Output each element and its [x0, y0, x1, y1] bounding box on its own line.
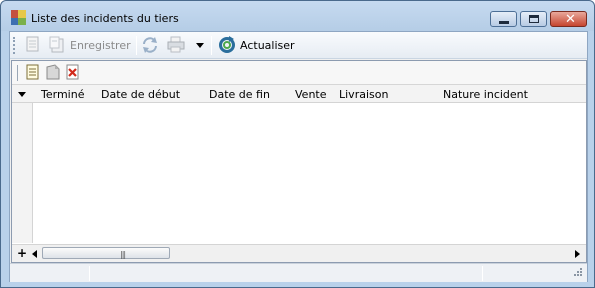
grip-icon: ||| [120, 250, 126, 259]
column-header-date-fin[interactable]: Date de fin [209, 88, 270, 101]
client-area: Enregistrer Actualiser Terminé Date de d… [9, 31, 588, 282]
column-header-livraison[interactable]: Livraison [339, 88, 388, 101]
incidents-grid: Terminé Date de début Date de fin Vente … [11, 60, 587, 263]
minimize-icon [499, 21, 509, 24]
print-dropdown[interactable] [194, 35, 206, 56]
maximize-icon [529, 15, 539, 23]
document-icon [26, 36, 39, 52]
resize-grip-icon[interactable] [571, 268, 583, 280]
chevron-down-icon [196, 43, 204, 48]
scroll-left-icon[interactable] [32, 250, 37, 258]
grid-toolbar-grip[interactable] [17, 65, 18, 81]
sync-button[interactable] [140, 35, 160, 56]
save-icon [49, 36, 64, 53]
main-toolbar: Enregistrer Actualiser [10, 32, 587, 59]
title-bar[interactable]: Liste des incidents du tiers ✕ [1, 1, 594, 31]
column-header-date-debut[interactable]: Date de début [101, 88, 180, 101]
horizontal-scrollbar-thumb[interactable]: ||| [42, 247, 170, 259]
toolbar-separator [211, 36, 212, 55]
add-row-button[interactable]: + [17, 246, 27, 260]
edit-incident-button[interactable] [44, 64, 62, 82]
new-button[interactable] [23, 35, 43, 56]
minimize-button[interactable] [490, 11, 517, 27]
toolbar-separator [136, 36, 137, 55]
add-incident-button[interactable] [24, 64, 42, 82]
save-button[interactable]: Enregistrer [48, 35, 132, 56]
status-divider [482, 266, 483, 281]
sync-icon [143, 37, 157, 53]
window: Liste des incidents du tiers ✕ Enregistr… [0, 0, 595, 288]
toolbar-grip[interactable] [13, 37, 15, 54]
grid-footer: + ||| [12, 244, 586, 262]
status-divider [89, 266, 90, 281]
scroll-right-icon[interactable] [575, 250, 580, 258]
delete-incident-button[interactable] [64, 64, 82, 82]
close-button[interactable]: ✕ [550, 11, 587, 27]
printer-icon [167, 36, 185, 53]
app-icon [11, 10, 26, 25]
save-label: Enregistrer [70, 39, 131, 52]
new-document-icon [26, 64, 39, 80]
refresh-button[interactable]: Actualiser [216, 35, 296, 56]
row-header-column [12, 103, 33, 243]
window-title: Liste des incidents du tiers [31, 12, 179, 25]
print-button[interactable] [165, 35, 187, 56]
grid-toolbar [12, 61, 586, 85]
column-header-nature-incident[interactable]: Nature incident [443, 88, 528, 101]
column-header-termine[interactable]: Terminé [41, 88, 84, 101]
status-bar [10, 263, 587, 282]
maximize-button[interactable] [520, 11, 547, 27]
refresh-icon [219, 36, 235, 53]
column-header-vente[interactable]: Vente [295, 88, 327, 101]
edit-document-icon [46, 64, 60, 80]
refresh-label: Actualiser [240, 39, 295, 52]
delete-icon [66, 64, 79, 80]
close-icon: ✕ [565, 12, 576, 27]
column-chooser-icon[interactable] [18, 92, 26, 97]
column-headers: Terminé Date de début Date de fin Vente … [12, 85, 586, 103]
